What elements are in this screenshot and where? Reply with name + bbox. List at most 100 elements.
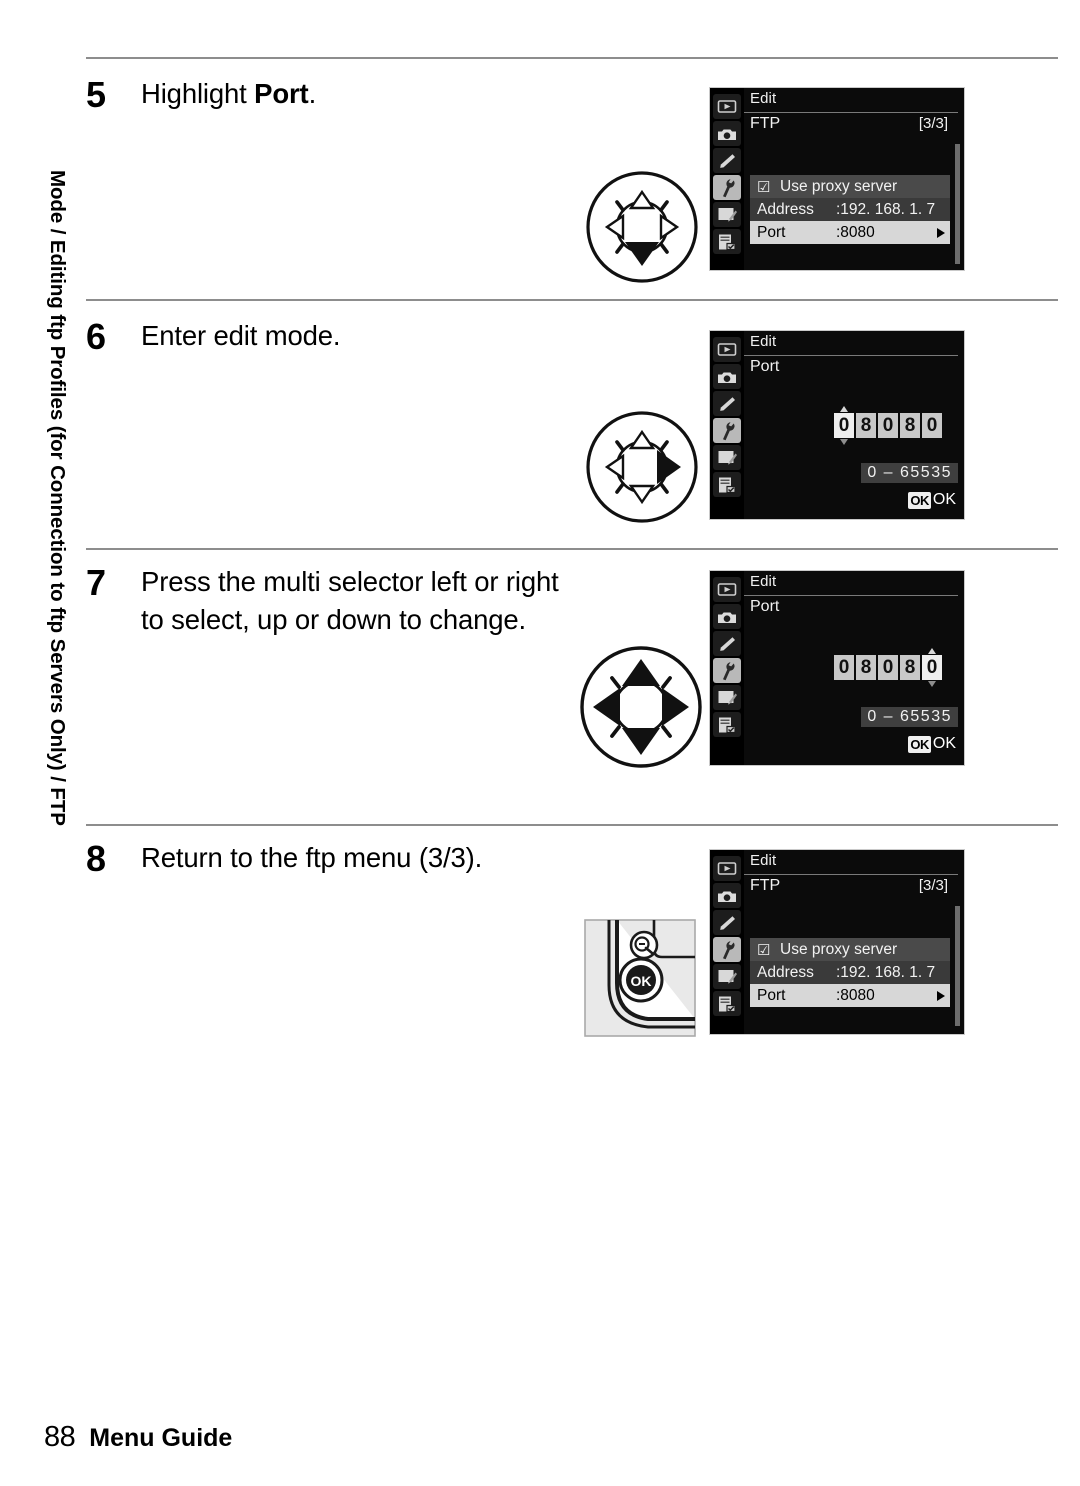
step-5-text-bold: Port: [254, 78, 309, 109]
ok-hint-1[interactable]: OK OK: [908, 491, 956, 509]
ok-button-icon[interactable]: OK: [908, 491, 931, 509]
port-digit-editor-1[interactable]: 0 8 0 8 0: [834, 413, 942, 438]
lcd-scrollbar[interactable]: [955, 906, 960, 1026]
chevron-right-icon: [937, 227, 945, 238]
lcd-title-divider: [744, 355, 958, 356]
lcd-subtitle: FTP: [750, 115, 781, 132]
ok-button-svg: OK: [584, 919, 696, 1037]
shooting-menu-icon: [713, 121, 741, 146]
step-5-text: Highlight Port.: [141, 75, 561, 113]
lcd-body-4: Edit FTP [3/3] ☑ Use proxy server Addres…: [744, 850, 964, 1034]
port-range-hint: 0 – 65535: [861, 707, 958, 727]
port-digit-4[interactable]: 0: [922, 655, 942, 680]
playback-icon: [713, 856, 741, 881]
lcd-screen-port-edit-2: Edit Port 0 8 0 8 0 0 – 65535 OK OK: [709, 570, 965, 766]
port-range-hint: 0 – 65535: [861, 463, 958, 483]
lcd-icon-sidebar-2: [710, 331, 744, 519]
lcd-settings-group-2: ☑ Use proxy server Address :192. 168. 1.…: [750, 938, 950, 1007]
step-6-number: 6: [86, 316, 107, 357]
custom-settings-icon: [713, 391, 741, 416]
lcd-body-3: Edit Port 0 8 0 8 0 0 – 65535 OK OK: [744, 571, 964, 765]
lcd-subtitle: Port: [750, 598, 780, 615]
shooting-menu-icon: [713, 883, 741, 908]
ok-hint-2[interactable]: OK OK: [908, 735, 956, 753]
row-address[interactable]: Address :192. 168. 1. 7: [750, 198, 950, 221]
address-label: Address: [757, 200, 814, 218]
lcd-page-indicator: [3/3]: [918, 877, 948, 894]
port-digit-1[interactable]: 8: [856, 655, 876, 680]
row-use-proxy-server[interactable]: ☑ Use proxy server: [750, 175, 950, 198]
lcd-title: Edit: [750, 852, 777, 869]
proxy-checkbox-icon[interactable]: ☑: [750, 941, 780, 959]
port-digit-0[interactable]: 0: [834, 413, 854, 438]
lcd-screen-ftp-list-2: Edit FTP [3/3] ☑ Use proxy server Addres…: [709, 849, 965, 1035]
setup-menu-icon: [713, 658, 741, 683]
playback-icon: [713, 94, 741, 119]
running-head-vertical: Mode / Editing ftp Profiles (for Connect…: [34, 170, 80, 990]
shooting-menu-icon: [713, 364, 741, 389]
port-digit-0[interactable]: 0: [834, 655, 854, 680]
lcd-title-divider: [744, 874, 958, 875]
lcd-subtitle: Port: [750, 358, 780, 375]
lcd-icon-sidebar-1: [710, 88, 744, 270]
rule-above-step-7: [86, 548, 1058, 550]
ok-button-icon[interactable]: OK: [908, 735, 931, 753]
custom-settings-icon: [713, 148, 741, 173]
multi-selector-all-illustration: [573, 643, 709, 776]
step-7-text: Press the multi selector left or right t…: [141, 566, 559, 635]
step-7-number: 7: [86, 562, 107, 603]
running-head-text: Mode / Editing ftp Profiles (for Connect…: [46, 170, 69, 826]
lcd-title: Edit: [750, 573, 777, 590]
row-use-proxy-server[interactable]: ☑ Use proxy server: [750, 938, 950, 961]
port-digit-3[interactable]: 8: [900, 413, 920, 438]
step-5-text-suffix: .: [308, 78, 317, 109]
step-6-text: Enter edit mode.: [141, 320, 341, 351]
port-label: Port: [757, 223, 786, 241]
retouch-menu-icon: [713, 202, 741, 227]
multi-selector-down-illustration: [580, 168, 704, 291]
ok-button[interactable]: OK: [618, 957, 664, 1003]
lcd-page-indicator: [3/3]: [918, 115, 948, 132]
multi-selector-right-illustration: [580, 408, 704, 531]
retouch-menu-icon: [713, 445, 741, 470]
footer-page-number: 88: [44, 1421, 76, 1453]
step-5-number: 5: [86, 74, 107, 115]
lcd-scrollbar[interactable]: [955, 144, 960, 264]
step-8-number: 8: [86, 838, 107, 879]
lcd-title-divider: [744, 595, 958, 596]
ok-button-illustration: OK: [584, 919, 696, 1042]
lcd-icon-sidebar-3: [710, 571, 744, 765]
page-footer: 88 Menu Guide: [44, 1421, 232, 1454]
lcd-title: Edit: [750, 333, 777, 350]
multi-selector-right-svg: [586, 411, 698, 523]
row-address[interactable]: Address :192. 168. 1. 7: [750, 961, 950, 984]
port-value: :8080: [836, 223, 875, 241]
multi-selector-down-svg: [586, 171, 698, 283]
lcd-title-divider: [744, 112, 958, 113]
retouch-menu-icon: [713, 685, 741, 710]
zoom-out-help-icon[interactable]: [629, 930, 659, 960]
port-digit-1[interactable]: 8: [856, 413, 876, 438]
rule-above-step-5: [86, 57, 1058, 59]
proxy-checkbox-icon[interactable]: ☑: [750, 178, 780, 196]
proxy-label: Use proxy server: [780, 177, 898, 195]
step-5-text-prefix: Highlight: [141, 78, 255, 109]
port-digit-3[interactable]: 8: [900, 655, 920, 680]
ok-button-label: OK: [631, 973, 652, 989]
lcd-body-1: Edit FTP [3/3] ☑ Use proxy server Addres…: [744, 88, 964, 270]
setup-menu-icon: [713, 418, 741, 443]
row-port-selected[interactable]: Port :8080: [750, 221, 950, 244]
row-port-selected[interactable]: Port :8080: [750, 984, 950, 1007]
step-8-text: Return to the ftp menu (3/3).: [141, 842, 483, 873]
port-digit-4[interactable]: 0: [922, 413, 942, 438]
port-digit-2[interactable]: 0: [878, 655, 898, 680]
port-digit-editor-2[interactable]: 0 8 0 8 0: [834, 655, 942, 680]
custom-settings-icon: [713, 910, 741, 935]
chevron-right-icon: [937, 990, 945, 1001]
playback-icon: [713, 577, 741, 602]
my-menu-icon: [713, 991, 741, 1016]
port-digit-2[interactable]: 0: [878, 413, 898, 438]
my-menu-icon: [713, 229, 741, 254]
my-menu-icon: [713, 712, 741, 737]
port-value: :8080: [836, 986, 875, 1004]
